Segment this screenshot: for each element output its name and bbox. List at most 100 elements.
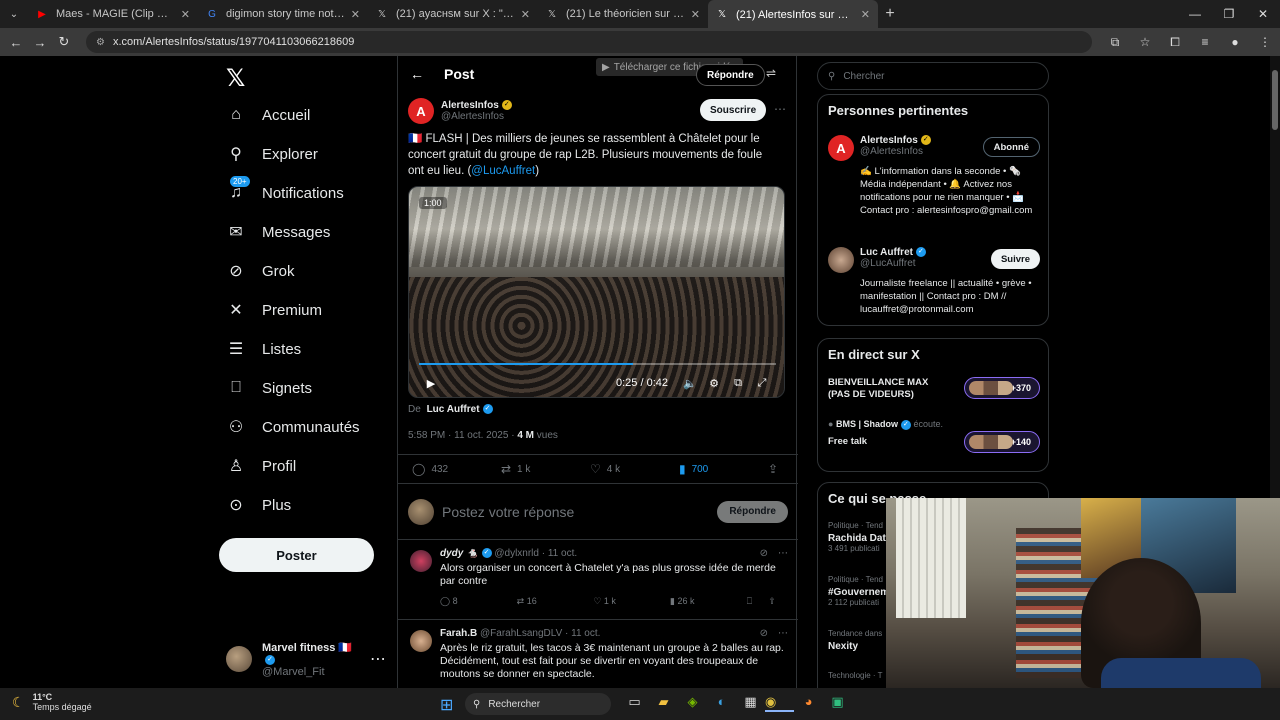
chrome-icon[interactable]: ◉ <box>765 694 794 712</box>
back-arrow-icon[interactable]: ← <box>410 66 424 82</box>
close-window-icon[interactable]: ✕ <box>1246 0 1280 28</box>
more-dots-icon[interactable]: ⋯ <box>370 649 386 669</box>
subscribe-button[interactable]: Souscrire <box>700 99 767 121</box>
follow-button[interactable]: Suivre <box>990 249 1040 269</box>
weather-widget[interactable]: ☾ 11°C Temps dégagé <box>12 692 92 712</box>
x-logo-icon[interactable]: 𝕏 <box>226 64 245 93</box>
like-action[interactable]: ♡ 4 k <box>590 462 679 476</box>
more-dots-icon[interactable]: ⋯ <box>774 102 786 116</box>
live-space-item[interactable]: BIENVEILLANCE MAX (PAS DE VIDEURS) +370 <box>828 377 1040 407</box>
reply-action[interactable]: ◯ 432 <box>412 462 501 476</box>
more-dots-icon[interactable]: ⋯ <box>778 628 788 639</box>
from-author-link[interactable]: Luc Auffret <box>427 404 480 415</box>
view-count[interactable]: ▮ 26 k <box>670 596 747 610</box>
reply-input[interactable]: Postez votre réponse <box>442 504 717 520</box>
video-progress-bar[interactable] <box>419 363 776 365</box>
post-button[interactable]: Poster <box>219 538 374 572</box>
pip-icon[interactable]: ⧉ <box>726 377 750 390</box>
bookmark-action[interactable]: ▮ 700 <box>679 462 768 476</box>
author-names[interactable]: AlertesInfos ✓ @AlertesInfos <box>441 100 512 122</box>
nav-item-premium[interactable]: ✕ Premium <box>226 295 322 325</box>
trend-item[interactable]: Politique · Tend #Gouvernem 2 112 publicat… <box>828 575 889 607</box>
reload-icon[interactable]: ↻ <box>52 34 76 50</box>
browser-tab-1[interactable]: ▶ Maes - MAGIE (Clip Officiel) - Y ✕ <box>28 0 198 28</box>
grok-icon[interactable]: ⊘ <box>760 548 768 559</box>
gear-icon[interactable]: ⚙ <box>702 377 726 390</box>
app-icon[interactable]: ▣ <box>823 694 852 712</box>
space-listeners-pill[interactable]: +140 <box>964 431 1040 453</box>
task-view-icon[interactable]: ▭ <box>620 694 649 712</box>
trend-item[interactable]: Politique · Tend Rachida Dat 3 491 publica… <box>828 521 888 553</box>
account-switcher[interactable]: Marvel fitness 🇫🇷✓ @Marvel_Fit ⋯ <box>226 642 386 678</box>
play-icon[interactable]: ▶ <box>419 377 443 390</box>
fullscreen-icon[interactable]: ⤢ <box>750 377 774 390</box>
browser-tab-3[interactable]: 𝕏 (21) ayacнsм sur X : "@SindyOf ✕ <box>368 0 538 28</box>
tab-close-icon[interactable]: ✕ <box>861 8 870 21</box>
volume-icon[interactable]: 🔈 <box>678 377 702 390</box>
tweet-video[interactable]: 1:00 ▶ 0:25 / 0:42 🔈 ⚙ ⧉ ⤢ <box>408 186 785 398</box>
nav-item-bookmarks[interactable]: ⎕ Signets <box>226 373 312 403</box>
person-alertesinfos[interactable]: A AlertesInfos ✓ @AlertesInfos Abonné ✍️ … <box>828 135 1040 235</box>
store-icon[interactable]: ▦ <box>736 694 765 712</box>
bookmark-icon[interactable]: ⎕ <box>747 596 769 610</box>
nav-item-notifications[interactable]: ♫ 20+ Notifications <box>226 176 344 208</box>
mention-link[interactable]: @LucAuffret <box>471 165 535 177</box>
forward-icon[interactable]: → <box>28 35 52 50</box>
new-tab-icon[interactable]: + <box>878 5 902 23</box>
tab-close-icon[interactable]: ✕ <box>351 8 360 21</box>
nav-item-explore[interactable]: ⚲ Explorer <box>226 139 318 169</box>
nav-item-lists[interactable]: ☰ Listes <box>226 334 301 364</box>
following-button[interactable]: Abonné <box>982 137 1040 157</box>
tab-close-icon[interactable]: ✕ <box>691 8 700 21</box>
tweet-timestamp[interactable]: 5:58 PM · 11 oct. 2025 · <box>408 430 515 441</box>
reply-author[interactable]: dydy 🐁 <box>440 548 479 559</box>
person-lucauffret[interactable]: Luc Auffret ✓ @LucAuffret Suivre Journali… <box>828 247 1040 319</box>
reply-count[interactable]: ◯ 8 <box>440 596 517 610</box>
taskbar-search[interactable]: ⚲ Rechercher <box>465 693 611 715</box>
nav-item-communities[interactable]: ⚇ Communautés <box>226 412 360 442</box>
nav-item-grok[interactable]: ⊘ Grok <box>226 256 294 286</box>
avatar[interactable] <box>410 550 432 572</box>
reply-item[interactable]: dydy 🐁 ✓ @dylxnrld · 11 oct. ⊘ ⋯ Alors org… <box>398 540 798 620</box>
extensions-icon[interactable]: ⧠ <box>1160 35 1190 50</box>
profile-avatar-icon[interactable]: ● <box>1220 35 1250 50</box>
tab-close-icon[interactable]: ✕ <box>521 8 530 21</box>
browser-tab-2[interactable]: G digimon story time note jvc - R ✕ <box>198 0 368 28</box>
reply-button[interactable]: Répondre <box>717 500 788 523</box>
share-icon[interactable]: ⇪ <box>768 596 788 610</box>
nvidia-icon[interactable]: ◈ <box>678 694 707 712</box>
reply-item[interactable]: Farah.B @FarahLsangDLV · 11 oct. ⊘ ⋯ Aprè… <box>398 620 798 688</box>
repost-count[interactable]: ⇄ 16 <box>517 596 594 610</box>
space-listeners-pill[interactable]: +370 <box>964 377 1040 399</box>
minimize-icon[interactable]: — <box>1178 0 1212 28</box>
avatar[interactable]: A <box>408 98 434 124</box>
reading-list-icon[interactable]: ≡ <box>1190 35 1220 50</box>
like-count[interactable]: ♡ 1 k <box>593 596 670 610</box>
firefox-icon[interactable]: ◕ <box>794 694 823 712</box>
grok-icon[interactable]: ⊘ <box>760 628 768 639</box>
nav-item-more[interactable]: ⊙ Plus <box>226 490 291 520</box>
nav-item-home[interactable]: ⌂ Accueil <box>226 100 310 130</box>
restore-icon[interactable]: ❐ <box>1212 0 1246 28</box>
tab-close-icon[interactable]: ✕ <box>181 8 190 21</box>
back-icon[interactable]: ← <box>4 35 28 50</box>
nav-item-profile[interactable]: ♙ Profil <box>226 451 296 481</box>
menu-dots-icon[interactable]: ⋮ <box>1250 35 1280 50</box>
star-icon[interactable]: ☆ <box>1130 35 1160 50</box>
browser-tab-4[interactable]: 𝕏 (21) Le théoricien sur X : "Le ren ✕ <box>538 0 708 28</box>
browser-tab-5-active[interactable]: 𝕏 (21) AlertesInfos sur X : "🇫🇷 FLAS ✕ <box>708 0 878 28</box>
avatar[interactable] <box>410 630 432 652</box>
scrollbar-thumb[interactable] <box>1272 70 1278 130</box>
settings-sliders-icon[interactable]: ⇌ <box>766 66 776 80</box>
site-info-icon[interactable]: ⚙ <box>96 37 105 48</box>
install-app-icon[interactable]: ⧉ <box>1100 35 1130 50</box>
more-dots-icon[interactable]: ⋯ <box>778 548 788 559</box>
trend-item[interactable]: Technologie · T <box>828 671 888 680</box>
share-action[interactable]: ⇪ <box>768 462 784 476</box>
live-space-item[interactable]: ● BMS | Shadow ✓ écoute. Free talk +140 <box>828 419 1040 459</box>
search-input[interactable]: ⚲ Chercher <box>817 62 1049 90</box>
repost-action[interactable]: ⇄ 1 k <box>501 462 590 476</box>
windows-start-icon[interactable]: ⊞ <box>440 695 453 715</box>
url-field[interactable]: ⚙ x.com/AlertesInfos/status/197704110306… <box>86 31 1092 53</box>
reply-header-button[interactable]: Répondre <box>696 64 765 86</box>
